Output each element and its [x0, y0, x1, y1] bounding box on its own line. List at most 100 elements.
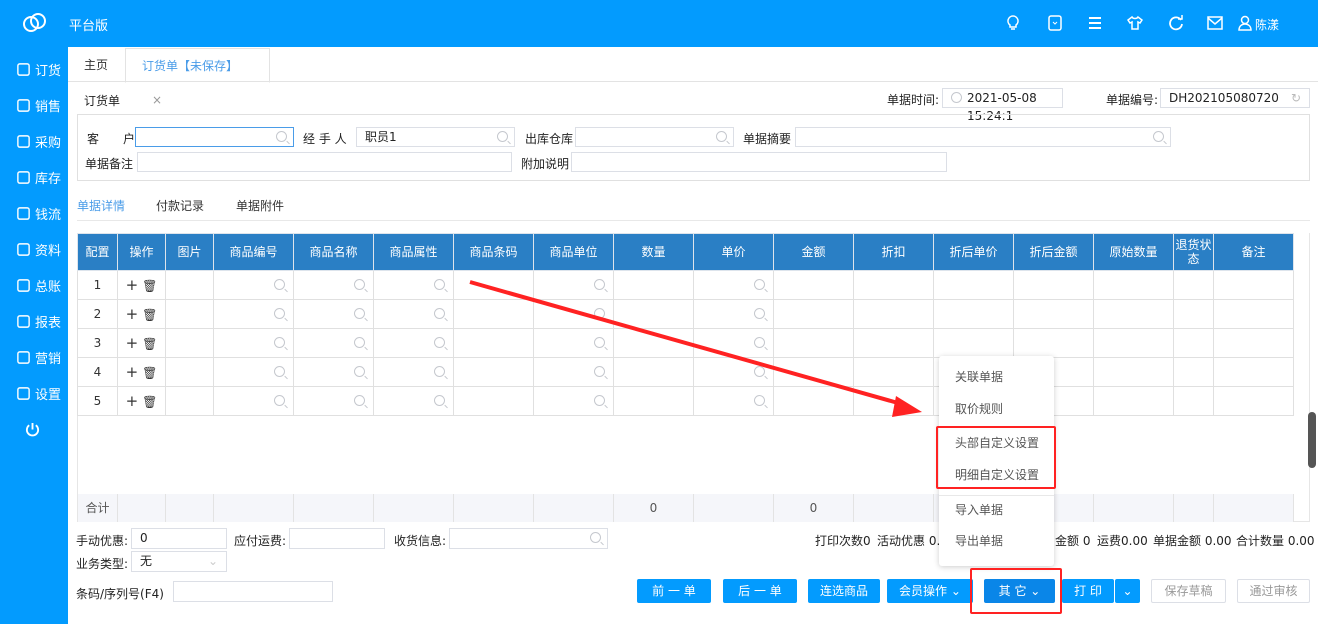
handler-input[interactable]: 职员1	[356, 127, 515, 147]
table-cell[interactable]	[693, 357, 774, 387]
table-cell[interactable]	[693, 270, 774, 300]
refresh-icon[interactable]: ↻	[1291, 89, 1301, 107]
table-cell[interactable]	[773, 328, 854, 358]
power-button[interactable]	[0, 417, 68, 441]
sidebar-item-4[interactable]: 钱流	[0, 201, 68, 225]
table-cell[interactable]	[773, 299, 854, 329]
column-header[interactable]: 商品属性	[373, 233, 454, 271]
table-cell[interactable]	[773, 357, 854, 387]
column-header[interactable]: 操作	[117, 233, 166, 271]
table-cell[interactable]	[373, 357, 454, 387]
table-cell[interactable]	[1093, 386, 1174, 416]
table-cell[interactable]	[1213, 270, 1294, 300]
extra-input[interactable]	[571, 152, 947, 172]
table-cell[interactable]	[1213, 386, 1294, 416]
table-cell[interactable]	[213, 328, 294, 358]
trash-icon[interactable]: 🗑	[142, 366, 157, 380]
table-cell[interactable]	[1013, 328, 1094, 358]
table-cell[interactable]	[533, 328, 614, 358]
subtab-attachment[interactable]: 单据附件	[236, 197, 284, 214]
menu-item-price-rule[interactable]: 取价规则	[955, 400, 1003, 417]
no-field[interactable]: DH202105080720 ↻	[1160, 88, 1310, 108]
warehouse-input[interactable]	[575, 127, 734, 147]
sidebar-item-0[interactable]: 订货	[0, 57, 68, 81]
table-cell[interactable]	[1213, 357, 1294, 387]
menu-item-related[interactable]: 关联单据	[955, 368, 1003, 385]
table-cell[interactable]	[373, 386, 454, 416]
table-cell[interactable]	[613, 357, 694, 387]
receive-input[interactable]	[449, 528, 608, 549]
search-icon[interactable]	[434, 308, 445, 319]
sidebar-item-2[interactable]: 采购	[0, 129, 68, 153]
column-header[interactable]: 原始数量	[1093, 233, 1174, 271]
print-dropdown-button[interactable]: ⌄	[1115, 579, 1140, 603]
prev-button[interactable]: 前 一 单	[637, 579, 711, 603]
sidebar-item-6[interactable]: 总账	[0, 273, 68, 297]
table-cell[interactable]	[373, 270, 454, 300]
table-cell[interactable]	[453, 299, 534, 329]
table-cell[interactable]	[293, 386, 374, 416]
next-button[interactable]: 后 一 单	[723, 579, 797, 603]
table-cell[interactable]	[853, 386, 934, 416]
table-cell[interactable]	[213, 386, 294, 416]
search-icon[interactable]	[594, 279, 605, 290]
barcode-input[interactable]	[173, 581, 333, 602]
table-cell[interactable]	[293, 328, 374, 358]
sidebar-item-8[interactable]: 营销	[0, 345, 68, 369]
trash-icon[interactable]: 🗑	[142, 337, 157, 351]
search-icon[interactable]	[434, 366, 445, 377]
refresh-icon[interactable]	[1168, 15, 1184, 31]
search-icon[interactable]	[274, 337, 285, 348]
search-icon[interactable]	[354, 366, 365, 377]
table-cell[interactable]	[853, 357, 934, 387]
approve-button[interactable]: 通过审核	[1237, 579, 1310, 603]
table-cell[interactable]	[773, 270, 854, 300]
user-name[interactable]: 陈漾	[1255, 16, 1279, 33]
customer-input[interactable]	[135, 127, 294, 147]
time-field[interactable]: 2021-05-08 15:24:1	[942, 88, 1063, 123]
search-icon[interactable]	[754, 337, 765, 348]
table-cell[interactable]	[1173, 270, 1214, 300]
table-cell[interactable]	[453, 328, 534, 358]
table-cell[interactable]	[533, 270, 614, 300]
table-cell[interactable]	[933, 299, 1014, 329]
close-icon[interactable]: ×	[152, 93, 162, 107]
trash-icon[interactable]: 🗑	[142, 308, 157, 322]
search-icon[interactable]	[754, 366, 765, 377]
table-cell[interactable]	[693, 386, 774, 416]
search-icon[interactable]	[354, 308, 365, 319]
sidebar-item-7[interactable]: 报表	[0, 309, 68, 333]
remark-input[interactable]	[137, 152, 512, 172]
member-button[interactable]: 会员操作 ⌄	[887, 579, 973, 603]
table-cell[interactable]	[1093, 270, 1174, 300]
table-cell[interactable]	[453, 270, 534, 300]
column-header[interactable]: 折后金额	[1013, 233, 1094, 271]
biz-select[interactable]: 无 ⌄	[131, 551, 227, 572]
add-row-icon[interactable]: +	[126, 392, 139, 410]
search-icon[interactable]	[434, 395, 445, 406]
column-header[interactable]: 折后单价	[933, 233, 1014, 271]
table-cell[interactable]	[933, 328, 1014, 358]
table-cell[interactable]	[1173, 386, 1214, 416]
search-icon[interactable]	[594, 308, 605, 319]
table-cell[interactable]	[613, 299, 694, 329]
search-icon[interactable]	[497, 131, 508, 142]
search-icon[interactable]	[716, 131, 727, 142]
menu-icon[interactable]	[1087, 15, 1103, 31]
table-cell[interactable]	[165, 299, 214, 329]
tab-order[interactable]: 订货单【未保存】 ×	[125, 48, 270, 107]
sidebar-item-5[interactable]: 资料	[0, 237, 68, 261]
scrollbar[interactable]	[1308, 412, 1316, 468]
add-row-icon[interactable]: +	[126, 334, 139, 352]
sidebar-item-9[interactable]: 设置	[0, 381, 68, 405]
subtab-payment[interactable]: 付款记录	[156, 197, 204, 214]
table-cell[interactable]	[165, 386, 214, 416]
table-cell[interactable]	[165, 270, 214, 300]
table-cell[interactable]	[613, 328, 694, 358]
summary-input[interactable]	[795, 127, 1171, 147]
shirt-icon[interactable]	[1127, 15, 1143, 31]
search-icon[interactable]	[1153, 131, 1164, 142]
table-cell[interactable]	[213, 270, 294, 300]
search-icon[interactable]	[590, 532, 601, 543]
search-icon[interactable]	[354, 395, 365, 406]
